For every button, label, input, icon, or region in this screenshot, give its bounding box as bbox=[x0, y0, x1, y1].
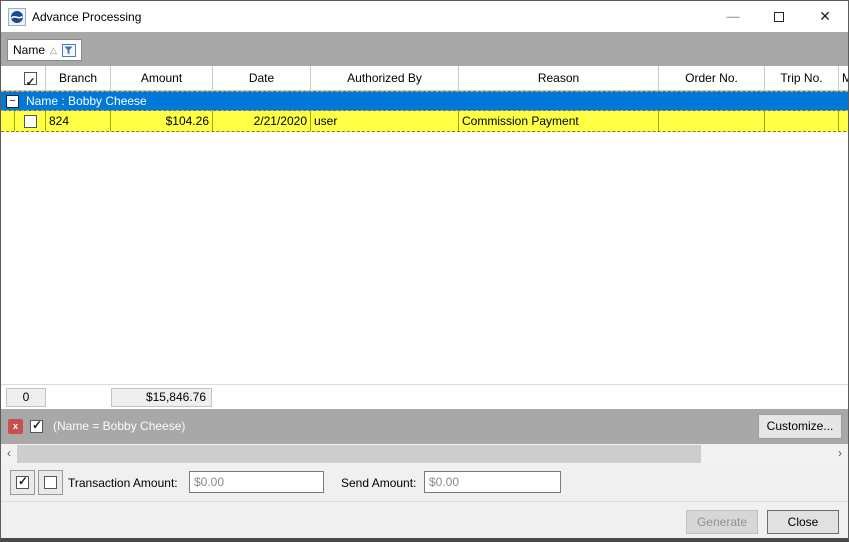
summary-count: 0 bbox=[6, 388, 46, 407]
horizontal-scrollbar[interactable]: ‹ › bbox=[1, 444, 848, 464]
group-row-label: Name : Bobby Cheese bbox=[26, 94, 147, 108]
scroll-right-icon[interactable]: › bbox=[832, 444, 848, 464]
cell-m[interactable] bbox=[839, 111, 848, 131]
send-amount-label: Send Amount: bbox=[341, 476, 416, 490]
transaction-amount-label: Transaction Amount: bbox=[68, 476, 178, 490]
footer-divider bbox=[1, 501, 848, 502]
maximize-icon[interactable] bbox=[756, 1, 802, 32]
filter-enabled-checkbox[interactable]: ✓ bbox=[30, 420, 43, 433]
scroll-left-icon[interactable]: ‹ bbox=[1, 444, 17, 464]
cell-branch[interactable]: 824 bbox=[46, 111, 111, 131]
minimize-icon[interactable]: — bbox=[710, 1, 756, 32]
summary-row: 0 $15,846.76 bbox=[1, 384, 848, 409]
group-by-panel: Name △ bbox=[1, 32, 848, 66]
app-logo-icon bbox=[8, 8, 26, 26]
cell-amount[interactable]: $104.26 bbox=[111, 111, 213, 131]
collapse-group-icon[interactable]: − bbox=[6, 95, 19, 108]
advances-grid: ✓ Branch Amount Date Authorized By Reaso… bbox=[1, 66, 848, 384]
send-amount-input[interactable] bbox=[424, 471, 561, 493]
group-by-chip-name[interactable]: Name △ bbox=[7, 39, 82, 61]
customize-button[interactable]: Customize... bbox=[758, 414, 842, 439]
summary-amount-total: $15,846.76 bbox=[111, 388, 212, 407]
check-icon: ✓ bbox=[18, 474, 28, 488]
check-all-button[interactable]: ✓ bbox=[10, 470, 35, 495]
column-header-branch[interactable]: Branch bbox=[46, 66, 111, 91]
close-button[interactable]: Close bbox=[767, 510, 839, 534]
group-by-field-label: Name bbox=[13, 43, 45, 57]
column-header-reason[interactable]: Reason bbox=[459, 66, 659, 91]
column-header-authorized-by[interactable]: Authorized By bbox=[311, 66, 459, 91]
window-title: Advance Processing bbox=[32, 10, 141, 24]
cell-reason[interactable]: Commission Payment bbox=[459, 111, 659, 131]
advance-processing-window: Advance Processing — ✕ Name △ ✓ Branch bbox=[0, 0, 849, 542]
group-row-bobby-cheese[interactable]: − Name : Bobby Cheese bbox=[1, 91, 848, 111]
cell-trip-no[interactable] bbox=[765, 111, 839, 131]
filter-funnel-icon[interactable] bbox=[62, 44, 76, 57]
column-header-m[interactable]: M bbox=[839, 66, 848, 91]
sort-ascending-icon: △ bbox=[50, 46, 57, 55]
window-controls: — ✕ bbox=[710, 1, 848, 32]
row-checkbox[interactable] bbox=[15, 111, 46, 131]
column-header-order-no[interactable]: Order No. bbox=[659, 66, 765, 91]
cell-authorized-by[interactable]: user bbox=[311, 111, 459, 131]
generate-button: Generate bbox=[686, 510, 758, 534]
check-icon: ✓ bbox=[26, 70, 36, 91]
select-all-checkbox[interactable]: ✓ bbox=[15, 66, 46, 91]
check-icon: ✓ bbox=[32, 418, 42, 432]
filter-expression: (Name = Bobby Cheese) bbox=[53, 419, 185, 433]
column-header-amount[interactable]: Amount bbox=[111, 66, 213, 91]
close-icon[interactable]: ✕ bbox=[802, 1, 848, 32]
grid-header-row: ✓ Branch Amount Date Authorized By Reaso… bbox=[1, 66, 848, 91]
title-bar: Advance Processing — ✕ bbox=[1, 1, 848, 32]
scrollbar-thumb[interactable] bbox=[17, 445, 701, 463]
column-header-date[interactable]: Date bbox=[213, 66, 311, 91]
table-row[interactable]: 824 $104.26 2/21/2020 user Commission Pa… bbox=[1, 111, 848, 132]
footer-panel: ✓ Transaction Amount: Send Amount: Gener… bbox=[1, 464, 848, 538]
column-header-trip-no[interactable]: Trip No. bbox=[765, 66, 839, 91]
header-indicator-cell bbox=[1, 66, 15, 91]
cell-order-no[interactable] bbox=[659, 111, 765, 131]
transaction-amount-input[interactable] bbox=[189, 471, 324, 493]
filter-panel: x ✓ (Name = Bobby Cheese) Customize... bbox=[1, 409, 848, 444]
uncheck-all-button[interactable] bbox=[38, 470, 63, 495]
remove-filter-icon[interactable]: x bbox=[8, 419, 23, 434]
cell-date[interactable]: 2/21/2020 bbox=[213, 111, 311, 131]
row-indicator-cell bbox=[1, 111, 15, 131]
empty-checkbox-icon bbox=[44, 476, 57, 489]
